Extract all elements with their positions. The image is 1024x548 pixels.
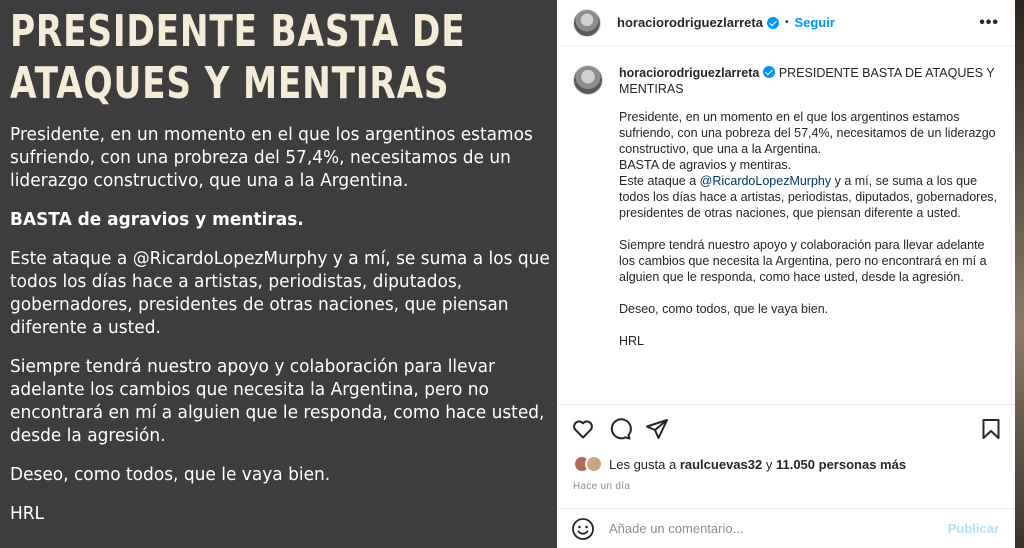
caption-paragraph-1: Presidente, en un momento en el que los … (619, 110, 996, 156)
caption-paragraph-2: BASTA de agravios y mentiras. (619, 158, 792, 172)
image-paragraph-4: Siempre tendrá nuestro apoyo y colaborac… (10, 357, 545, 446)
likes-middle: y (762, 456, 776, 472)
caption-paragraph-3: Este ataque a @RicardoLopezMurphy y a mí… (619, 173, 999, 221)
mention-link[interactable]: @RicardoLopezMurphy (700, 174, 832, 188)
avatar[interactable] (573, 8, 601, 37)
likes-prefix: Les gusta a (609, 456, 680, 472)
comment-input[interactable]: Añade un comentario... (609, 521, 743, 536)
publish-button[interactable]: Publicar (948, 521, 999, 536)
verified-badge-icon (766, 16, 779, 29)
heart-icon[interactable] (571, 417, 595, 441)
caption-p3-pre: Este ataque a (619, 174, 700, 188)
caption-area: horaciorodriguezlarreta PRESIDENTE BASTA… (557, 47, 1015, 403)
post-header: horaciorodriguezlarreta • Seguir ••• (557, 0, 1015, 46)
likes-user[interactable]: raulcuevas32 (680, 457, 762, 472)
likes-row: Les gusta a raulcuevas32 y 11.050 person… (573, 455, 906, 473)
caption-avatar[interactable] (573, 65, 603, 95)
image-paragraph-3: Este ataque a @RicardoLopezMurphy y a mí… (10, 249, 550, 338)
post-image: PRESIDENTE BASTA DE ATAQUES Y MENTIRAS P… (0, 0, 557, 548)
likes-text: Les gusta a raulcuevas32 y 11.050 person… (609, 457, 906, 472)
emoji-icon[interactable] (571, 517, 595, 541)
verified-badge-icon (763, 66, 776, 78)
post-panel: horaciorodriguezlarreta • Seguir ••• hor… (557, 0, 1015, 548)
image-paragraph-6: HRL (10, 504, 45, 524)
comment-input-row: Añade un comentario... Publicar (557, 508, 1015, 548)
caption-title-line: horaciorodriguezlarreta PRESIDENTE BASTA… (619, 65, 999, 97)
send-icon[interactable] (645, 417, 669, 441)
image-paragraph-5: Deseo, como todos, que le vaya bien. (10, 465, 331, 485)
comment-icon[interactable] (608, 417, 632, 441)
background-photo-edge (1015, 0, 1024, 548)
image-paragraph-1: Presidente, en un momento en el que los … (10, 125, 533, 191)
caption-paragraph-6: HRL (619, 334, 645, 348)
caption-username[interactable]: horaciorodriguezlarreta (619, 66, 759, 80)
separator-dot: • (784, 17, 789, 28)
caption-paragraph-4: Siempre tendrá nuestro apoyo y colaborac… (619, 238, 987, 284)
image-paragraph-2: BASTA de agravios y mentiras. (10, 210, 304, 230)
likes-count[interactable]: 11.050 personas más (776, 457, 906, 472)
post-timestamp[interactable]: Hace un día (573, 481, 630, 492)
bookmark-icon[interactable] (979, 417, 1003, 441)
caption-body: Presidente, en un momento en el que los … (619, 109, 999, 349)
caption-header: horaciorodriguezlarreta PRESIDENTE BASTA… (573, 65, 999, 97)
liker-avatar (585, 455, 603, 473)
more-options-icon[interactable]: ••• (979, 14, 999, 32)
author-username[interactable]: horaciorodriguezlarreta (617, 15, 763, 30)
image-headline-line-2: ATAQUES Y MENTIRAS (10, 58, 450, 109)
image-headline-line-1: PRESIDENTE BASTA DE (10, 6, 466, 57)
follow-button[interactable]: Seguir (794, 15, 834, 30)
caption-paragraph-5: Deseo, como todos, que le vaya bien. (619, 302, 829, 316)
action-bar (557, 404, 1015, 450)
